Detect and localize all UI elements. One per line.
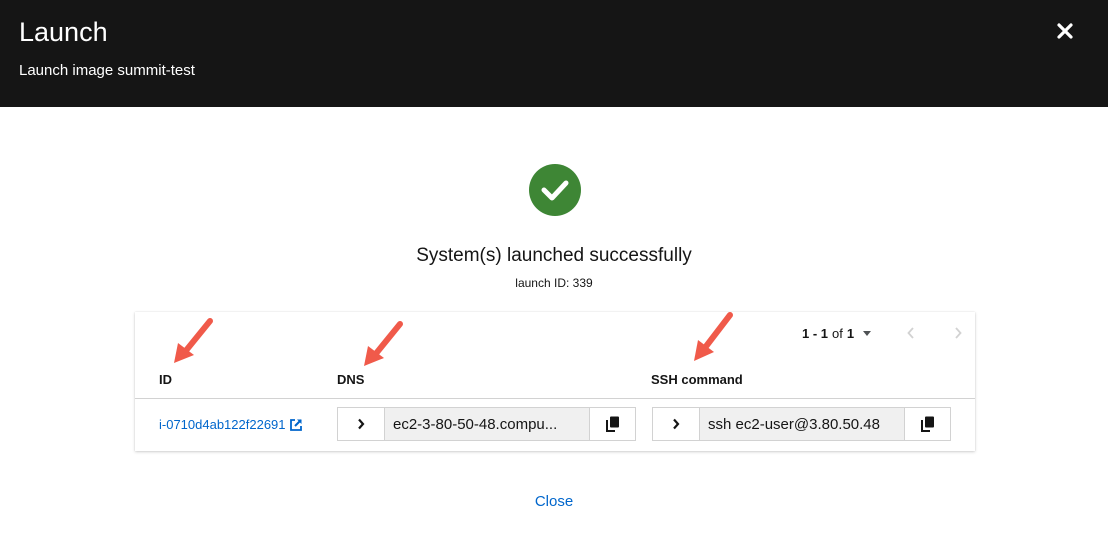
pagination-toggle[interactable]: 1 - 1 of 1	[802, 326, 872, 341]
close-link-container: Close	[0, 493, 1108, 510]
chevron-left-icon	[907, 327, 914, 339]
copy-icon	[605, 416, 619, 432]
ssh-clipboard: ssh ec2-user@3.80.50.48	[652, 407, 951, 441]
annotation-arrow	[364, 321, 403, 366]
launch-id: launch ID: 339	[515, 276, 593, 290]
close-icon	[1057, 23, 1073, 39]
ssh-value[interactable]: ssh ec2-user@3.80.50.48	[700, 408, 904, 440]
dns-copy-button[interactable]	[589, 408, 635, 440]
ssh-text: ssh ec2-user@3.80.50.48	[708, 415, 880, 433]
annotation-arrow	[694, 312, 733, 361]
dns-value[interactable]: ec2-3-80-50-48.compu...	[385, 408, 589, 440]
annotation-arrow	[174, 318, 213, 363]
column-header-dns[interactable]: DNS	[337, 372, 364, 387]
external-link-icon	[289, 418, 303, 432]
close-button[interactable]	[1052, 18, 1078, 44]
chevron-right-icon	[673, 418, 680, 430]
ssh-expand-button[interactable]	[653, 408, 700, 440]
previous-page-button[interactable]	[905, 326, 917, 340]
success-title: System(s) launched successfully	[416, 245, 692, 266]
dns-expand-button[interactable]	[338, 408, 385, 440]
row-divider	[135, 398, 975, 399]
close-link[interactable]: Close	[535, 493, 573, 510]
chevron-right-icon	[955, 327, 962, 339]
column-header-id[interactable]: ID	[159, 372, 172, 387]
dns-text: ec2-3-80-50-48.compu...	[393, 415, 558, 433]
pagination-total: 1	[846, 326, 855, 341]
pagination-range: 1 - 1	[802, 326, 829, 341]
pagination-of: of	[832, 326, 843, 341]
check-circle-icon	[529, 164, 581, 216]
next-page-button[interactable]	[952, 326, 964, 340]
dns-clipboard: ec2-3-80-50-48.compu...	[337, 407, 636, 441]
chevron-right-icon	[358, 418, 365, 430]
instance-id[interactable]: i-0710d4ab122f22691	[159, 417, 286, 432]
modal-title: Launch	[19, 17, 108, 47]
instance-id-link[interactable]: i-0710d4ab122f22691	[159, 417, 303, 432]
caret-down-icon	[863, 331, 872, 336]
modal-subtitle: Launch image summit-test	[19, 62, 195, 79]
ssh-copy-button[interactable]	[904, 408, 950, 440]
copy-icon	[920, 416, 934, 432]
modal-header: Launch Launch image summit-test	[0, 0, 1108, 107]
column-header-ssh-command[interactable]: SSH command	[651, 372, 743, 387]
